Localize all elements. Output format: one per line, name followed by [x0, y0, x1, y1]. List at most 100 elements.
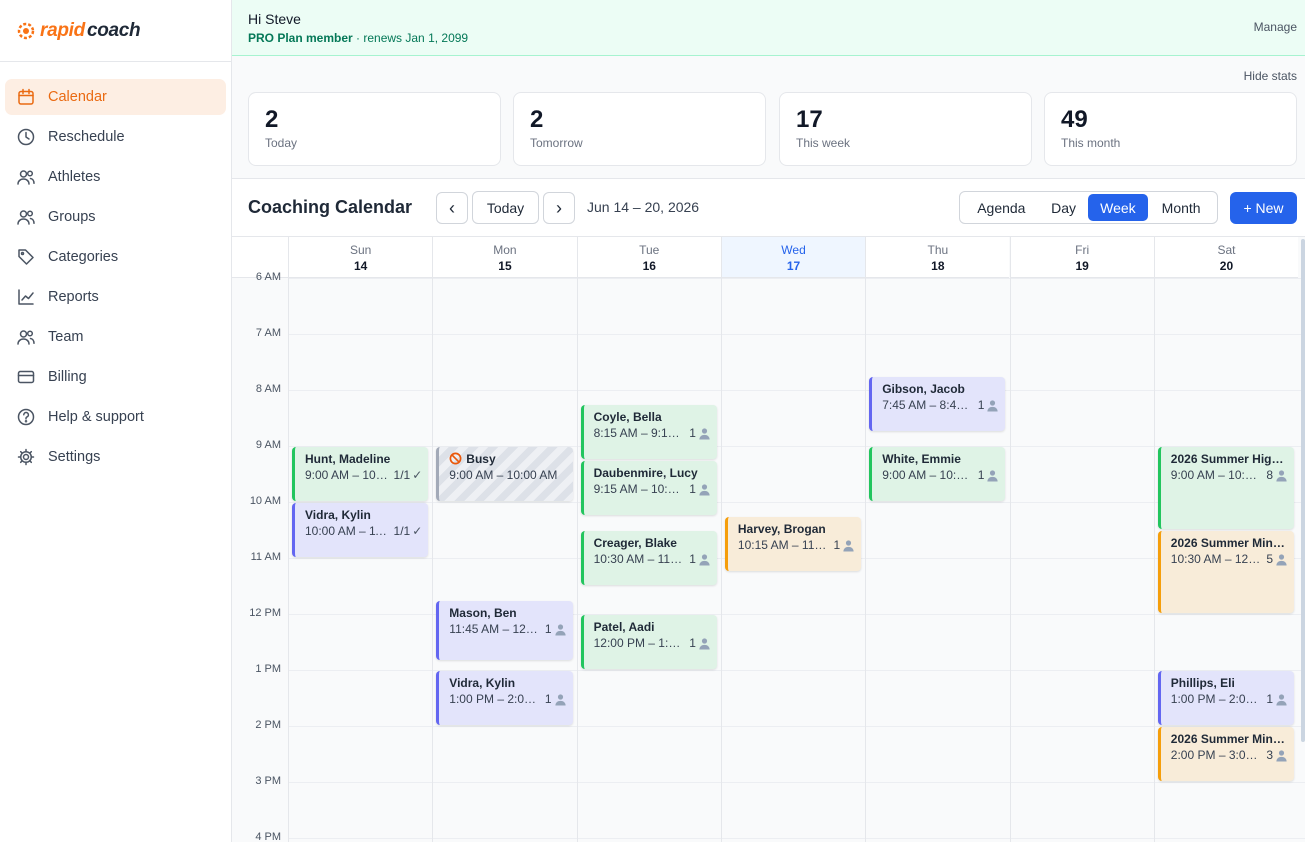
sidebar-item-label: Settings [48, 449, 101, 465]
day-header-mon[interactable]: Mon 15 [432, 237, 577, 278]
sidebar-item-groups[interactable]: Groups [5, 199, 226, 235]
today-button[interactable]: Today [472, 191, 539, 224]
day-column-mon[interactable] [432, 278, 576, 842]
event-details: 9:00 AM – 10:00 AM1 [882, 468, 1005, 483]
view-day-button[interactable]: Day [1040, 194, 1088, 221]
attendee-count-value: 1 [689, 552, 696, 566]
busy-label: Busy [466, 452, 496, 466]
sidebar-item-athletes[interactable]: Athletes [5, 159, 226, 195]
new-event-button[interactable]: + New [1230, 192, 1297, 224]
sidebar-item-team[interactable]: Team [5, 319, 226, 355]
person-icon [554, 623, 567, 636]
hour-label: 4 PM [255, 831, 281, 842]
view-month-button[interactable]: Month [1148, 194, 1214, 221]
event-details: 10:00 AM – 11:00 AM1/1✓ [305, 524, 428, 539]
greeting: Hi Steve [248, 11, 301, 27]
event-title: Harvey, Brogan [737, 522, 826, 536]
event-title: 2026 Summer Mini Camp [1170, 536, 1295, 550]
calendar-event[interactable]: 2026 Summer High Performance 9:00 AM – 10… [1157, 447, 1295, 529]
hour-label: 12 PM [249, 607, 281, 619]
attendee-count-value: 5 [1266, 552, 1274, 566]
calendar-event[interactable]: Coyle, Bella 8:15 AM – 9:15 AM 1 [580, 405, 717, 459]
calendar-event[interactable]: White, Emmie 9:00 AM – 10:00 AM1 [869, 447, 1006, 501]
welcome-banner: Hi Steve PRO Plan member · renews Jan 1,… [232, 0, 1305, 56]
event-details: 1:00 PM – 2:00 PM1 [449, 692, 572, 707]
day-number: 17 [786, 259, 801, 273]
rapidcoach-logo[interactable]: rapid coach [14, 19, 141, 42]
calendar-event[interactable]: Harvey, Brogan 10:15 AM – 11:15 AM1 [724, 517, 862, 571]
sidebar-item-reports[interactable]: Reports [5, 279, 226, 315]
event-time: 2:00 PM – 3:00 PM [1170, 748, 1263, 762]
calendar-event[interactable]: 2026 Summer Mini Camp 10:30 AM – 12:00 PM… [1157, 531, 1295, 613]
day-number: 20 [1219, 259, 1234, 273]
event-details: 9:00 AM – 10:30 AM8 [1171, 468, 1294, 483]
manage-link[interactable]: Manage [1254, 20, 1297, 34]
calendar-event[interactable]: Vidra, Kylin 1:00 PM – 2:00 PM1 [436, 671, 573, 725]
calendar-event[interactable]: Phillips, Eli 1:00 PM – 2:00 PM1 [1157, 671, 1295, 725]
day-header-fri[interactable]: Fri 19 [1009, 237, 1154, 278]
stat-value: 49 [1061, 106, 1088, 133]
event-title: Creager, Blake [593, 536, 677, 550]
day-number: 14 [353, 259, 368, 273]
event-time: 9:15 AM – 10:15 AM [593, 482, 686, 496]
sidebar-item-reschedule[interactable]: Reschedule [5, 119, 226, 155]
next-week-button[interactable]: › [543, 192, 575, 224]
hour-label: 11 AM [250, 551, 281, 563]
sidebar-item-label: Team [48, 329, 84, 345]
calendar-event[interactable]: Vidra, Kylin10:00 AM – 11:00 AM1/1✓ [292, 503, 429, 557]
calendar-event[interactable]: Hunt, Madeline9:00 AM – 10:00 AM1/1✓ [292, 447, 429, 501]
logo-text-coach: coach [86, 19, 141, 41]
hour-label: 1 PM [255, 663, 281, 675]
attendee-count-value: 1 [544, 692, 552, 706]
sidebar-item-label: Categories [48, 249, 119, 265]
view-agenda-button[interactable]: Agenda [963, 194, 1040, 221]
hour-label: 6 AM [255, 271, 281, 283]
sidebar-item-label: Help & support [48, 409, 144, 425]
attendee-count: 1 [1266, 692, 1288, 707]
day-header-thu[interactable]: Thu 18 [865, 237, 1010, 278]
day-header-sun[interactable]: Sun 14 [288, 237, 433, 278]
event-title: Busy [449, 452, 572, 467]
stat-card-this-week: 17 This week [779, 92, 1032, 166]
sidebar-item-billing[interactable]: Billing [5, 359, 226, 395]
event-title: Vidra, Kylin [449, 676, 516, 690]
event-details: 9:00 AM – 10:00 AM1/1✓ [305, 468, 428, 483]
busy-block[interactable]: Busy 9:00 AM – 10:00 AM [436, 447, 573, 501]
event-time: 10:30 AM – 12:00 PM [1170, 552, 1263, 566]
calendar-event[interactable]: Patel, Aadi 12:00 PM – 1:00 PM1 [580, 615, 717, 669]
clock-icon [16, 127, 36, 147]
tag-icon [16, 247, 36, 267]
event-title: Mason, Ben [449, 606, 517, 620]
day-header-wed[interactable]: Wed 17 [720, 237, 866, 278]
calendar-event[interactable]: Creager, Blake 10:30 AM – 11:30 AM1 [580, 531, 717, 585]
event-time: 9:00 AM – 10:30 AM [1170, 468, 1263, 482]
sidebar-item-help-support[interactable]: Help & support [5, 399, 226, 435]
event-details: 10:30 AM – 12:00 PM5 [1171, 552, 1294, 567]
calendar-event[interactable]: Gibson, Jacob 7:45 AM – 8:45 AM 1 [869, 377, 1006, 431]
sidebar-item-calendar[interactable]: Calendar [5, 79, 226, 115]
sidebar-item-label: Reschedule [48, 129, 125, 145]
event-details: 9:00 AM – 10:00 AM [449, 468, 572, 483]
calendar-event[interactable]: Mason, Ben 11:45 AM – 12:45 PM1 [436, 601, 573, 660]
day-name: Fri [1075, 243, 1090, 257]
plan-name: PRO Plan member [248, 31, 353, 45]
day-header-sat[interactable]: Sat 20 [1153, 237, 1299, 278]
calendar-event[interactable]: 2026 Summer Mini Camp 2:00 PM – 3:00 PM3 [1157, 727, 1295, 781]
day-column-fri[interactable] [1009, 278, 1154, 842]
attendee-count-value: 1 [1266, 692, 1274, 706]
sidebar-item-categories[interactable]: Categories [5, 239, 226, 275]
view-week-button[interactable]: Week [1087, 194, 1149, 221]
calendar-event[interactable]: Daubenmire, Lucy 9:15 AM – 10:15 AM1 [580, 461, 717, 515]
day-header-tue[interactable]: Tue 16 [576, 237, 721, 278]
sidebar-item-settings[interactable]: Settings [5, 439, 226, 475]
day-column-sun[interactable] [288, 278, 432, 842]
hide-stats-link[interactable]: Hide stats [1244, 69, 1297, 83]
day-number: 16 [642, 259, 656, 273]
calendar-title: Coaching Calendar [248, 197, 413, 217]
stats-area: Hide stats 2 Today 2 Tomorrow 17 This we… [232, 56, 1305, 179]
attendee-count-value: 1 [689, 636, 696, 650]
day-column-thu[interactable] [865, 278, 1009, 842]
person-icon [986, 399, 999, 412]
calendar-scrollbar[interactable] [1301, 239, 1305, 742]
prev-week-button[interactable]: ‹ [436, 192, 468, 224]
